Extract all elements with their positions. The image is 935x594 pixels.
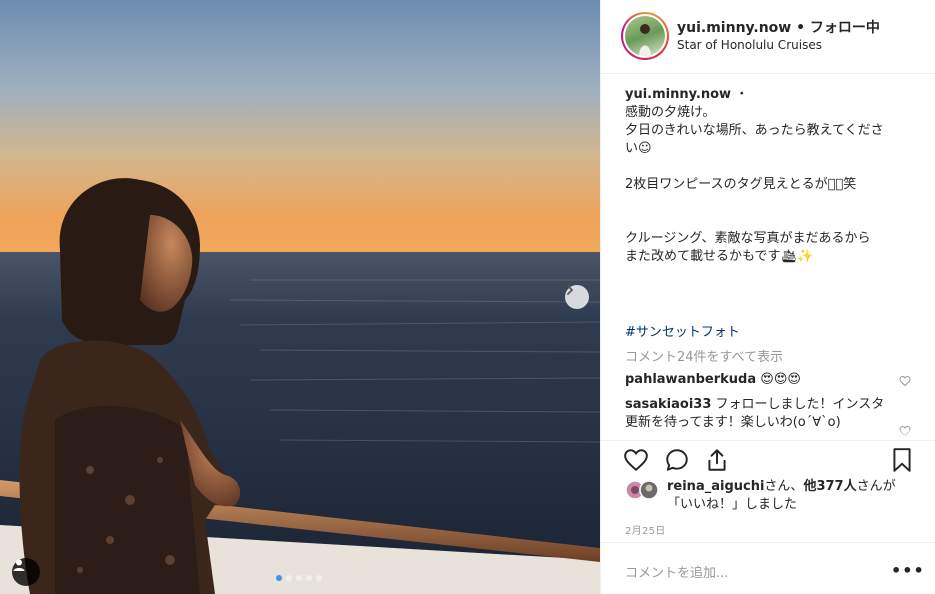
next-photo-button[interactable] bbox=[565, 285, 589, 309]
user-icon bbox=[13, 559, 25, 571]
sunset-photo-art bbox=[0, 0, 600, 594]
like-heart-icon[interactable] bbox=[623, 447, 649, 473]
avatar-image bbox=[625, 16, 665, 56]
comment-item: pahlawanberkuda 😍😍😍 bbox=[625, 371, 895, 389]
caption-username[interactable]: yui.minny.now bbox=[625, 87, 731, 102]
avatar[interactable] bbox=[621, 12, 669, 60]
tagged-users-button[interactable] bbox=[12, 558, 40, 586]
caption-text: 感動の夕焼け。 夕日のきれいな場所、あったら教えてくださ い☺︎ 2枚目ワンピー… bbox=[625, 105, 884, 264]
comment-text: 😍😍😍 bbox=[760, 372, 801, 387]
following-button[interactable]: フォロー中 bbox=[810, 20, 880, 36]
separator: • bbox=[791, 20, 810, 36]
add-comment-input[interactable]: コメントを追加... bbox=[625, 562, 728, 581]
post-username[interactable]: yui.minny.now bbox=[677, 20, 791, 36]
post-side-panel: yui.minny.now • フォロー中 Star of Honolulu C… bbox=[600, 0, 935, 594]
post-header: yui.minny.now • フォロー中 Star of Honolulu C… bbox=[601, 0, 935, 74]
carousel-indicator bbox=[276, 575, 322, 581]
post-location[interactable]: Star of Honolulu Cruises bbox=[677, 38, 822, 52]
liker-avatars[interactable] bbox=[625, 480, 663, 500]
comment-like-heart-icon[interactable] bbox=[899, 375, 911, 387]
other-likes-link[interactable]: 他377人 bbox=[803, 479, 856, 494]
post-actions-bar bbox=[601, 440, 935, 480]
chevron-right-icon bbox=[567, 285, 574, 295]
comment-item: sasakiaoi33 フォローしました！インスタ更新を待ってます！楽しいわ(o… bbox=[625, 396, 895, 432]
view-all-comments-button[interactable]: コメント24件をすべて表示 bbox=[625, 346, 783, 365]
bookmark-icon[interactable] bbox=[889, 447, 915, 473]
post-caption: yui.minny.now ・ 感動の夕焼け。 夕日のきれいな場所、あったら教え… bbox=[625, 86, 915, 266]
post-date[interactable]: 2月25日 bbox=[625, 522, 666, 537]
comment-bubble-icon[interactable] bbox=[664, 447, 690, 473]
carousel-dot bbox=[276, 575, 282, 581]
liker-username[interactable]: reina_aiguchi bbox=[667, 479, 764, 494]
carousel-dot bbox=[286, 575, 292, 581]
carousel-dot bbox=[306, 575, 312, 581]
more-options-button[interactable]: ••• bbox=[891, 561, 925, 580]
hashtag-link[interactable]: #サンセットフォト bbox=[625, 321, 740, 340]
carousel-dot bbox=[316, 575, 322, 581]
carousel-dot bbox=[296, 575, 302, 581]
add-comment-bar: コメントを追加... ••• bbox=[601, 542, 935, 594]
comment-username[interactable]: sasakiaoi33 bbox=[625, 397, 711, 412]
share-icon[interactable] bbox=[704, 447, 730, 473]
caption-dot: ・ bbox=[731, 87, 749, 102]
post-photo[interactable] bbox=[0, 0, 600, 594]
comment-username[interactable]: pahlawanberkuda bbox=[625, 372, 756, 387]
